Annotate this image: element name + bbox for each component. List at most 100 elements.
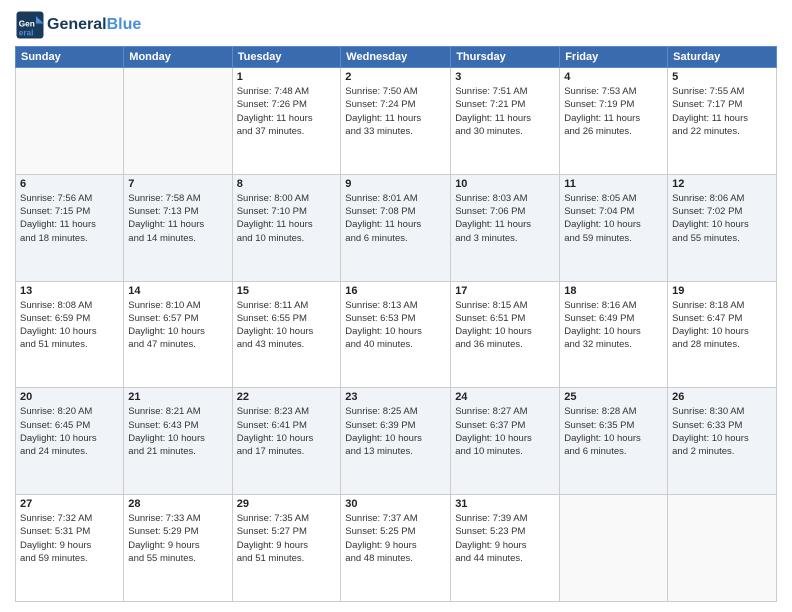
day-number: 25 [564,391,663,403]
calendar-cell: 11Sunrise: 8:05 AM Sunset: 7:04 PM Dayli… [560,174,668,281]
day-number: 12 [672,178,772,190]
day-number: 24 [455,391,555,403]
calendar-cell: 30 Sunrise: 7:37 AM Sunset: 5:25 PM Dayli… [341,495,451,602]
svg-text:Gen: Gen [19,20,35,29]
day-number: 8 [237,178,337,190]
day-info: Sunrise: 8:00 AM Sunset: 7:10 PM Dayligh… [237,192,337,245]
day-number: 6 [20,178,119,190]
day-number: 19 [672,285,772,297]
day-info: Sunrise: 7:53 AM Sunset: 7:19 PM Dayligh… [564,85,663,138]
day-info: Sunrise: 8:27 AM Sunset: 6:37 PM Dayligh… [455,405,555,458]
day-info: Sunrise: 8:10 AM Sunset: 6:57 PM Dayligh… [128,299,227,352]
page: Gen eral GeneralBlue SundayMondayTuesday… [0,0,792,612]
day-info: Sunrise: 8:23 AM Sunset: 6:41 PM Dayligh… [237,405,337,458]
day-info: Sunrise: 8:25 AM Sunset: 6:39 PM Dayligh… [345,405,446,458]
day-of-week-friday: Friday [560,47,668,68]
calendar-cell [16,68,124,175]
day-number: 23 [345,391,446,403]
calendar-cell: 4 Sunrise: 7:53 AM Sunset: 7:19 PM Daylig… [560,68,668,175]
day-info: Sunrise: 7:39 AM Sunset: 5:23 PM Dayligh… [455,512,555,565]
day-info: Sunrise: 8:11 AM Sunset: 6:55 PM Dayligh… [237,299,337,352]
day-number: 2 [345,71,446,83]
day-info: Sunrise: 8:05 AM Sunset: 7:04 PM Dayligh… [564,192,663,245]
week-row-3: 13Sunrise: 8:08 AM Sunset: 6:59 PM Dayli… [16,281,777,388]
calendar-cell: 26 Sunrise: 8:30 AM Sunset: 6:33 PM Dayli… [668,388,777,495]
calendar-cell: 29 Sunrise: 7:35 AM Sunset: 5:27 PM Dayli… [232,495,341,602]
day-info: Sunrise: 7:37 AM Sunset: 5:25 PM Dayligh… [345,512,446,565]
day-number: 20 [20,391,119,403]
calendar-cell: 12 Sunrise: 8:06 AM Sunset: 7:02 PM Dayli… [668,174,777,281]
calendar-cell: 1 Sunrise: 7:48 AM Sunset: 7:26 PM Daylig… [232,68,341,175]
day-number: 10 [455,178,555,190]
calendar-cell: 25 Sunrise: 8:28 AM Sunset: 6:35 PM Dayli… [560,388,668,495]
day-info: Sunrise: 8:30 AM Sunset: 6:33 PM Dayligh… [672,405,772,458]
day-number: 1 [237,71,337,83]
day-of-week-thursday: Thursday [451,47,560,68]
day-of-week-monday: Monday [124,47,232,68]
calendar-cell: 15Sunrise: 8:11 AM Sunset: 6:55 PM Dayli… [232,281,341,388]
day-info: Sunrise: 7:35 AM Sunset: 5:27 PM Dayligh… [237,512,337,565]
day-info: Sunrise: 8:03 AM Sunset: 7:06 PM Dayligh… [455,192,555,245]
day-of-week-tuesday: Tuesday [232,47,341,68]
header: Gen eral GeneralBlue [15,10,777,40]
day-number: 9 [345,178,446,190]
calendar-cell [124,68,232,175]
calendar-cell: 21 Sunrise: 8:21 AM Sunset: 6:43 PM Dayli… [124,388,232,495]
day-info: Sunrise: 8:18 AM Sunset: 6:47 PM Dayligh… [672,299,772,352]
day-number: 18 [564,285,663,297]
day-number: 16 [345,285,446,297]
calendar-cell: 14 Sunrise: 8:10 AM Sunset: 6:57 PM Dayli… [124,281,232,388]
day-number: 26 [672,391,772,403]
day-info: Sunrise: 8:15 AM Sunset: 6:51 PM Dayligh… [455,299,555,352]
svg-text:eral: eral [19,29,34,38]
day-number: 30 [345,498,446,510]
day-info: Sunrise: 7:55 AM Sunset: 7:17 PM Dayligh… [672,85,772,138]
calendar-cell [560,495,668,602]
logo-text: GeneralBlue [47,16,141,34]
calendar-cell: 23 Sunrise: 8:25 AM Sunset: 6:39 PM Dayli… [341,388,451,495]
day-info: Sunrise: 8:06 AM Sunset: 7:02 PM Dayligh… [672,192,772,245]
day-of-week-saturday: Saturday [668,47,777,68]
logo: Gen eral GeneralBlue [15,10,141,40]
day-number: 5 [672,71,772,83]
day-info: Sunrise: 8:20 AM Sunset: 6:45 PM Dayligh… [20,405,119,458]
day-info: Sunrise: 8:28 AM Sunset: 6:35 PM Dayligh… [564,405,663,458]
header-row: SundayMondayTuesdayWednesdayThursdayFrid… [16,47,777,68]
week-row-4: 20 Sunrise: 8:20 AM Sunset: 6:45 PM Dayli… [16,388,777,495]
calendar-cell: 22 Sunrise: 8:23 AM Sunset: 6:41 PM Dayli… [232,388,341,495]
day-info: Sunrise: 7:56 AM Sunset: 7:15 PM Dayligh… [20,192,119,245]
day-info: Sunrise: 7:32 AM Sunset: 5:31 PM Dayligh… [20,512,119,565]
day-info: Sunrise: 7:51 AM Sunset: 7:21 PM Dayligh… [455,85,555,138]
calendar-cell: 10 Sunrise: 8:03 AM Sunset: 7:06 PM Dayli… [451,174,560,281]
calendar-cell: 27Sunrise: 7:32 AM Sunset: 5:31 PM Dayli… [16,495,124,602]
calendar-cell: 20 Sunrise: 8:20 AM Sunset: 6:45 PM Dayli… [16,388,124,495]
day-number: 14 [128,285,227,297]
calendar-table: SundayMondayTuesdayWednesdayThursdayFrid… [15,46,777,602]
day-number: 22 [237,391,337,403]
calendar-cell: 18 Sunrise: 8:16 AM Sunset: 6:49 PM Dayli… [560,281,668,388]
calendar-cell: 5 Sunrise: 7:55 AM Sunset: 7:17 PM Daylig… [668,68,777,175]
day-info: Sunrise: 7:50 AM Sunset: 7:24 PM Dayligh… [345,85,446,138]
day-info: Sunrise: 7:58 AM Sunset: 7:13 PM Dayligh… [128,192,227,245]
calendar-cell: 9 Sunrise: 8:01 AM Sunset: 7:08 PM Daylig… [341,174,451,281]
day-info: Sunrise: 8:01 AM Sunset: 7:08 PM Dayligh… [345,192,446,245]
day-number: 4 [564,71,663,83]
calendar-cell: 19 Sunrise: 8:18 AM Sunset: 6:47 PM Dayli… [668,281,777,388]
day-info: Sunrise: 8:13 AM Sunset: 6:53 PM Dayligh… [345,299,446,352]
day-number: 17 [455,285,555,297]
calendar-cell: 13Sunrise: 8:08 AM Sunset: 6:59 PM Dayli… [16,281,124,388]
day-info: Sunrise: 7:48 AM Sunset: 7:26 PM Dayligh… [237,85,337,138]
calendar-cell: 31 Sunrise: 7:39 AM Sunset: 5:23 PM Dayli… [451,495,560,602]
day-info: Sunrise: 8:16 AM Sunset: 6:49 PM Dayligh… [564,299,663,352]
day-number: 21 [128,391,227,403]
day-of-week-sunday: Sunday [16,47,124,68]
calendar-cell: 7Sunrise: 7:58 AM Sunset: 7:13 PM Daylig… [124,174,232,281]
day-info: Sunrise: 8:08 AM Sunset: 6:59 PM Dayligh… [20,299,119,352]
day-info: Sunrise: 7:33 AM Sunset: 5:29 PM Dayligh… [128,512,227,565]
calendar-cell: 28Sunrise: 7:33 AM Sunset: 5:29 PM Dayli… [124,495,232,602]
calendar-cell: 24 Sunrise: 8:27 AM Sunset: 6:37 PM Dayli… [451,388,560,495]
day-info: Sunrise: 8:21 AM Sunset: 6:43 PM Dayligh… [128,405,227,458]
day-number: 31 [455,498,555,510]
day-number: 29 [237,498,337,510]
week-row-1: 1 Sunrise: 7:48 AM Sunset: 7:26 PM Daylig… [16,68,777,175]
